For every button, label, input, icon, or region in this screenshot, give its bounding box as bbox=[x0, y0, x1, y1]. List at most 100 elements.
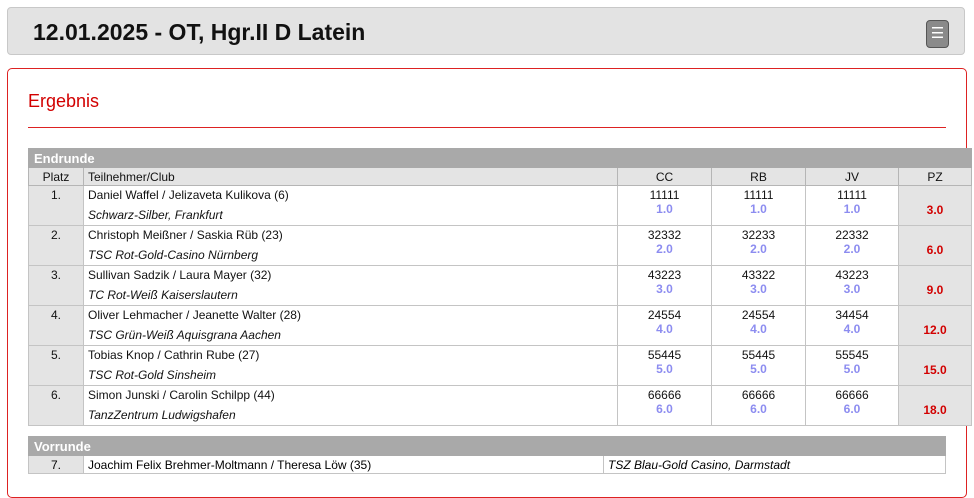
participant-cell: Sullivan Sadzik / Laura Mayer (32) TC Rot… bbox=[83, 265, 618, 306]
rb-score: 6.0 bbox=[750, 402, 767, 416]
pz-value: 3.0 bbox=[926, 203, 944, 217]
prelim-results-table: Vorrunde 7. Joachim Felix Brehmer-Moltman… bbox=[27, 436, 947, 474]
participant-cell: Tobias Knop / Cathrin Rube (27) TSC Rot-G… bbox=[83, 345, 618, 386]
jv-marks: 22332 bbox=[835, 228, 869, 242]
jv-score: 4.0 bbox=[843, 322, 861, 336]
jv-cell: 55545 5.0 bbox=[805, 345, 899, 386]
place-cell: 5. bbox=[28, 345, 84, 386]
section-header-final: Endrunde bbox=[27, 148, 973, 168]
rb-cell: 24554 4.0 bbox=[711, 305, 806, 346]
page-title: 12.01.2025 - OT, Hgr.II D Latein bbox=[33, 19, 366, 45]
cc-marks: 32332 bbox=[647, 228, 682, 242]
couple-name: Oliver Lehmacher / Jeanette Walter (28) bbox=[88, 308, 301, 322]
cc-marks: 11111 bbox=[649, 188, 680, 202]
column-header-pz: PZ bbox=[897, 167, 973, 186]
jv-cell: 11111 1.0 bbox=[805, 185, 899, 226]
jv-marks: 43223 bbox=[835, 268, 869, 282]
pz-cell: 12.0 bbox=[897, 305, 973, 346]
rb-score: 2.0 bbox=[750, 242, 767, 256]
rb-cell: 66666 6.0 bbox=[711, 385, 806, 426]
jv-score: 2.0 bbox=[843, 242, 861, 256]
jv-cell: 43223 3.0 bbox=[805, 265, 899, 306]
title-divider bbox=[28, 127, 946, 128]
pz-cell: 9.0 bbox=[897, 265, 973, 306]
cc-score: 4.0 bbox=[656, 322, 673, 336]
table-row: 3. Sullivan Sadzik / Laura Mayer (32) TC R… bbox=[28, 265, 973, 306]
table-row: 1. Daniel Waffel / Jelizaveta Kulikova (6… bbox=[28, 185, 973, 226]
rb-marks: 11111 bbox=[743, 188, 774, 202]
jv-marks: 55545 bbox=[835, 348, 869, 362]
place-cell: 1. bbox=[28, 185, 84, 226]
pz-cell: 15.0 bbox=[897, 345, 973, 386]
club-name: Schwarz-Silber, Frankfurt bbox=[88, 208, 223, 222]
place-cell: 4. bbox=[28, 305, 84, 346]
jv-marks: 66666 bbox=[835, 388, 869, 402]
jv-score: 6.0 bbox=[843, 402, 861, 416]
pz-cell: 18.0 bbox=[897, 385, 973, 426]
place-cell: 7. bbox=[28, 455, 84, 474]
place-cell: 3. bbox=[28, 265, 84, 306]
cc-marks: 66666 bbox=[647, 388, 682, 402]
rb-marks: 66666 bbox=[741, 388, 776, 402]
pz-cell: 3.0 bbox=[897, 185, 973, 226]
rb-cell: 11111 1.0 bbox=[711, 185, 806, 226]
column-header-participant: Teilnehmer/Club bbox=[83, 167, 618, 186]
jv-cell: 34454 4.0 bbox=[805, 305, 899, 346]
jv-cell: 66666 6.0 bbox=[805, 385, 899, 426]
place-cell: 2. bbox=[28, 225, 84, 266]
cc-score: 6.0 bbox=[656, 402, 673, 416]
place-cell: 6. bbox=[28, 385, 84, 426]
pz-cell: 6.0 bbox=[897, 225, 973, 266]
pz-value: 12.0 bbox=[923, 323, 947, 337]
hamburger-icon: ☰ bbox=[930, 25, 945, 42]
club-name: TC Rot-Weiß Kaiserslautern bbox=[88, 288, 238, 302]
couple-name: Sullivan Sadzik / Laura Mayer (32) bbox=[88, 268, 272, 282]
rb-score: 4.0 bbox=[750, 322, 767, 336]
couple-name: Joachim Felix Brehmer-Moltmann / Theresa… bbox=[83, 455, 604, 474]
rb-score: 5.0 bbox=[750, 362, 767, 376]
cc-cell: 43223 3.0 bbox=[617, 265, 712, 306]
cc-cell: 55445 5.0 bbox=[617, 345, 712, 386]
section-header-prelim: Vorrunde bbox=[27, 436, 947, 456]
cc-score: 5.0 bbox=[656, 362, 673, 376]
cc-marks: 43223 bbox=[647, 268, 682, 282]
rb-marks: 55445 bbox=[741, 348, 776, 362]
club-name: TanzZentrum Ludwigshafen bbox=[88, 408, 236, 422]
participant-cell: Daniel Waffel / Jelizaveta Kulikova (6) S… bbox=[83, 185, 618, 226]
rb-cell: 43322 3.0 bbox=[711, 265, 806, 306]
rb-score: 1.0 bbox=[750, 202, 767, 216]
jv-cell: 22332 2.0 bbox=[805, 225, 899, 266]
couple-name: Simon Junski / Carolin Schilpp (44) bbox=[88, 388, 275, 402]
rb-cell: 55445 5.0 bbox=[711, 345, 806, 386]
rb-marks: 43322 bbox=[741, 268, 776, 282]
jv-score: 5.0 bbox=[843, 362, 861, 376]
cc-score: 2.0 bbox=[656, 242, 673, 256]
cc-cell: 24554 4.0 bbox=[617, 305, 712, 346]
table-row: 2. Christoph Meißner / Saskia Rüb (23) TSC… bbox=[28, 225, 973, 266]
couple-name: Tobias Knop / Cathrin Rube (27) bbox=[88, 348, 260, 362]
participant-cell: Oliver Lehmacher / Jeanette Walter (28) T… bbox=[83, 305, 618, 346]
club-name: TSC Rot-Gold Sinsheim bbox=[88, 368, 217, 382]
jv-score: 3.0 bbox=[843, 282, 861, 296]
column-header-rb: RB bbox=[711, 167, 806, 186]
jv-marks: 11111 bbox=[837, 188, 867, 202]
cc-marks: 24554 bbox=[647, 308, 682, 322]
column-header-jv: JV bbox=[805, 167, 899, 186]
table-row: 6. Simon Junski / Carolin Schilpp (44) Tan… bbox=[28, 385, 973, 426]
page-header: 12.01.2025 - OT, Hgr.II D Latein ☰ bbox=[7, 7, 965, 55]
cc-cell: 11111 1.0 bbox=[617, 185, 712, 226]
cc-marks: 55445 bbox=[647, 348, 682, 362]
pz-value: 6.0 bbox=[926, 243, 944, 257]
pz-value: 15.0 bbox=[923, 363, 947, 377]
pz-value: 18.0 bbox=[923, 403, 947, 417]
column-header-place: Platz bbox=[28, 167, 84, 186]
rb-marks: 24554 bbox=[741, 308, 776, 322]
results-title: Ergebnis bbox=[28, 91, 100, 111]
table-row: 4. Oliver Lehmacher / Jeanette Walter (28… bbox=[28, 305, 973, 346]
club-name: TSC Grün-Weiß Aquisgrana Aachen bbox=[88, 328, 281, 342]
couple-name: Christoph Meißner / Saskia Rüb (23) bbox=[88, 228, 283, 242]
menu-button[interactable]: ☰ bbox=[926, 20, 949, 48]
club-name: TSZ Blau-Gold Casino, Darmstadt bbox=[602, 455, 947, 474]
final-results-table: Endrunde Platz Teilnehmer/Club CC RB JV … bbox=[27, 148, 973, 426]
cc-score: 3.0 bbox=[656, 282, 673, 296]
